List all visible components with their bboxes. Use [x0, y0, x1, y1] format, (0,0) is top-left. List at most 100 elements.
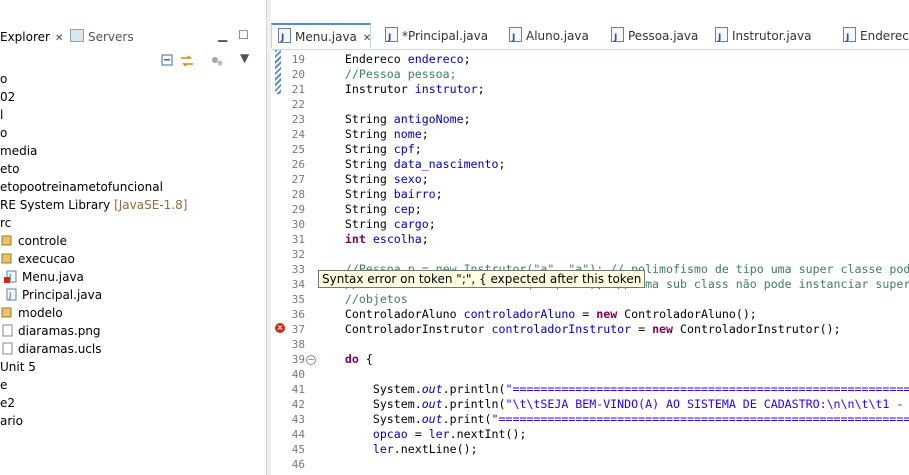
code-line: //objetos [344, 292, 408, 306]
collapse-all-icon[interactable] [160, 54, 174, 68]
code-line: ler.nextLine(); [372, 442, 478, 456]
tree-item[interactable]: modelo [0, 304, 63, 322]
tree-item-label: o [0, 72, 8, 86]
view-menu-icon[interactable]: ▼ [240, 51, 249, 65]
java-file-icon [843, 25, 856, 51]
tree-item-label: eto [0, 162, 20, 176]
code-line: int escolha; [344, 232, 429, 246]
focus-icon[interactable] [210, 54, 224, 68]
tree-item-label: 02 [0, 90, 16, 104]
minimize-icon[interactable]: ▁ [218, 28, 227, 42]
tree-item[interactable]: ario [0, 412, 23, 430]
tree-item-label: execucao [18, 252, 75, 266]
tree-item[interactable]: eto [0, 160, 19, 178]
editor-tab[interactable]: Instrutor.java [709, 23, 831, 51]
tree-item[interactable]: diaramas.png [0, 322, 101, 340]
java-file-icon [278, 26, 291, 50]
maximize-icon[interactable]: ☐ [238, 28, 249, 42]
line-number: 30 [291, 218, 305, 231]
code-line: System.out.print("======================… [317, 412, 909, 426]
tree-item-label: diaramas.png [18, 324, 101, 338]
line-number: 34 [291, 278, 305, 291]
line-number: 25 [291, 143, 305, 156]
editor-tab[interactable]: Pessoa.java [605, 23, 703, 51]
line-number: 42 [291, 398, 305, 411]
line-number: 19 [291, 53, 305, 66]
tree-item[interactable]: e [0, 376, 7, 394]
code-line: System.out.println("\t\tSEJA BEM-VINDO(A… [317, 397, 909, 411]
editor-tab[interactable]: Aluno.java [503, 23, 599, 51]
tree-item-label: rc [0, 216, 12, 230]
annotation-ruler: × [271, 50, 285, 475]
line-number: 26 [291, 158, 305, 171]
tree-item[interactable]: e2 [0, 394, 15, 412]
servers-tab[interactable]: Servers [70, 28, 134, 46]
tree-item[interactable]: l [0, 106, 3, 124]
line-number: 24 [291, 128, 305, 141]
servers-tab-label: Servers [88, 30, 134, 44]
code-line: Endereco endereco; [317, 52, 471, 66]
tree-item-label: RE System Library [0, 198, 111, 212]
tree-item-label: Menu.java [22, 270, 84, 284]
line-number: 43 [291, 413, 305, 426]
editor-tab[interactable]: Menu.java ✕ [271, 23, 371, 50]
code-line: Instrutor instrutor; [317, 82, 485, 96]
line-number: 38 [291, 338, 305, 351]
tree-item[interactable]: diaramas.ucls [0, 340, 102, 358]
line-number: 35 [291, 293, 305, 306]
library-version: [JavaSE-1.8] [110, 198, 188, 212]
line-number: 20 [291, 68, 305, 81]
close-icon[interactable]: ✕ [55, 30, 63, 48]
code-line: String nome; [317, 127, 429, 141]
code-line: String antigoNome; [317, 112, 471, 126]
line-number: 32 [291, 248, 305, 261]
code-line: String data_nascimento; [317, 157, 506, 171]
line-number: 21 [291, 83, 305, 96]
tree-item[interactable]: execucao [0, 250, 75, 268]
code-area[interactable]: × 19 Endereco endereco; 20 //Pessoa pesso… [271, 50, 909, 475]
line-number: 40 [291, 368, 305, 381]
line-number: 46 [291, 458, 305, 471]
explorer-tab[interactable]: Explorer ✕ [0, 28, 63, 46]
line-number: 36 [291, 308, 305, 321]
line-number: 22 [291, 98, 305, 111]
editor-tab-label: Instrutor.java [732, 29, 812, 43]
tree-item[interactable]: o [0, 124, 7, 142]
tree-item[interactable]: J Menu.java [0, 268, 84, 286]
tree-item[interactable]: 02 [0, 88, 15, 106]
tree-item[interactable]: etopootreinametofuncional [0, 178, 163, 196]
line-number: 39 [291, 353, 305, 366]
line-number: 27 [291, 173, 305, 186]
tree-item-label: e [0, 378, 8, 392]
editor-tab[interactable]: *Principal.java [379, 23, 497, 51]
java-file-icon [385, 25, 398, 51]
editor-tab[interactable]: Endereco.java [837, 23, 909, 51]
code-line: ControladorAluno controladorAluno = new … [317, 307, 757, 321]
line-number: 37 [291, 323, 305, 336]
line-number: 29 [291, 203, 305, 216]
editor-tab-label: Aluno.java [526, 29, 589, 43]
tree-item-label: modelo [18, 306, 63, 320]
close-icon[interactable]: ✕ [363, 33, 371, 44]
tree-item[interactable]: RE System Library [JavaSE-1.8] [0, 196, 187, 214]
servers-icon [70, 29, 84, 42]
tree-item-label: e2 [0, 396, 16, 410]
tree-item[interactable]: controle [0, 232, 67, 250]
tree-item[interactable]: media [0, 142, 37, 160]
editor-tab-label: Menu.java [295, 30, 357, 44]
java-file-icon [715, 25, 728, 51]
tree-item[interactable]: J Principal.java [0, 286, 102, 304]
tree-item[interactable]: Unit 5 [0, 358, 36, 376]
package-icon [0, 306, 14, 319]
link-with-editor-icon[interactable] [180, 54, 194, 68]
code-line: String cargo; [317, 217, 436, 231]
code-line: //Pessoa pessoa; [344, 67, 457, 81]
explorer-tab-bar: Explorer ✕ Servers ▁ ☐ [0, 23, 266, 49]
line-number: 44 [291, 428, 305, 441]
error-tooltip: Syntax error on token ";", { expected af… [318, 270, 646, 288]
tree-item[interactable]: o [0, 70, 7, 88]
fold-toggle-icon[interactable]: − [306, 355, 316, 365]
tree-item-label: controle [18, 234, 67, 248]
tree-item[interactable]: rc [0, 214, 11, 232]
editor-tab-label: *Principal.java [402, 29, 489, 43]
